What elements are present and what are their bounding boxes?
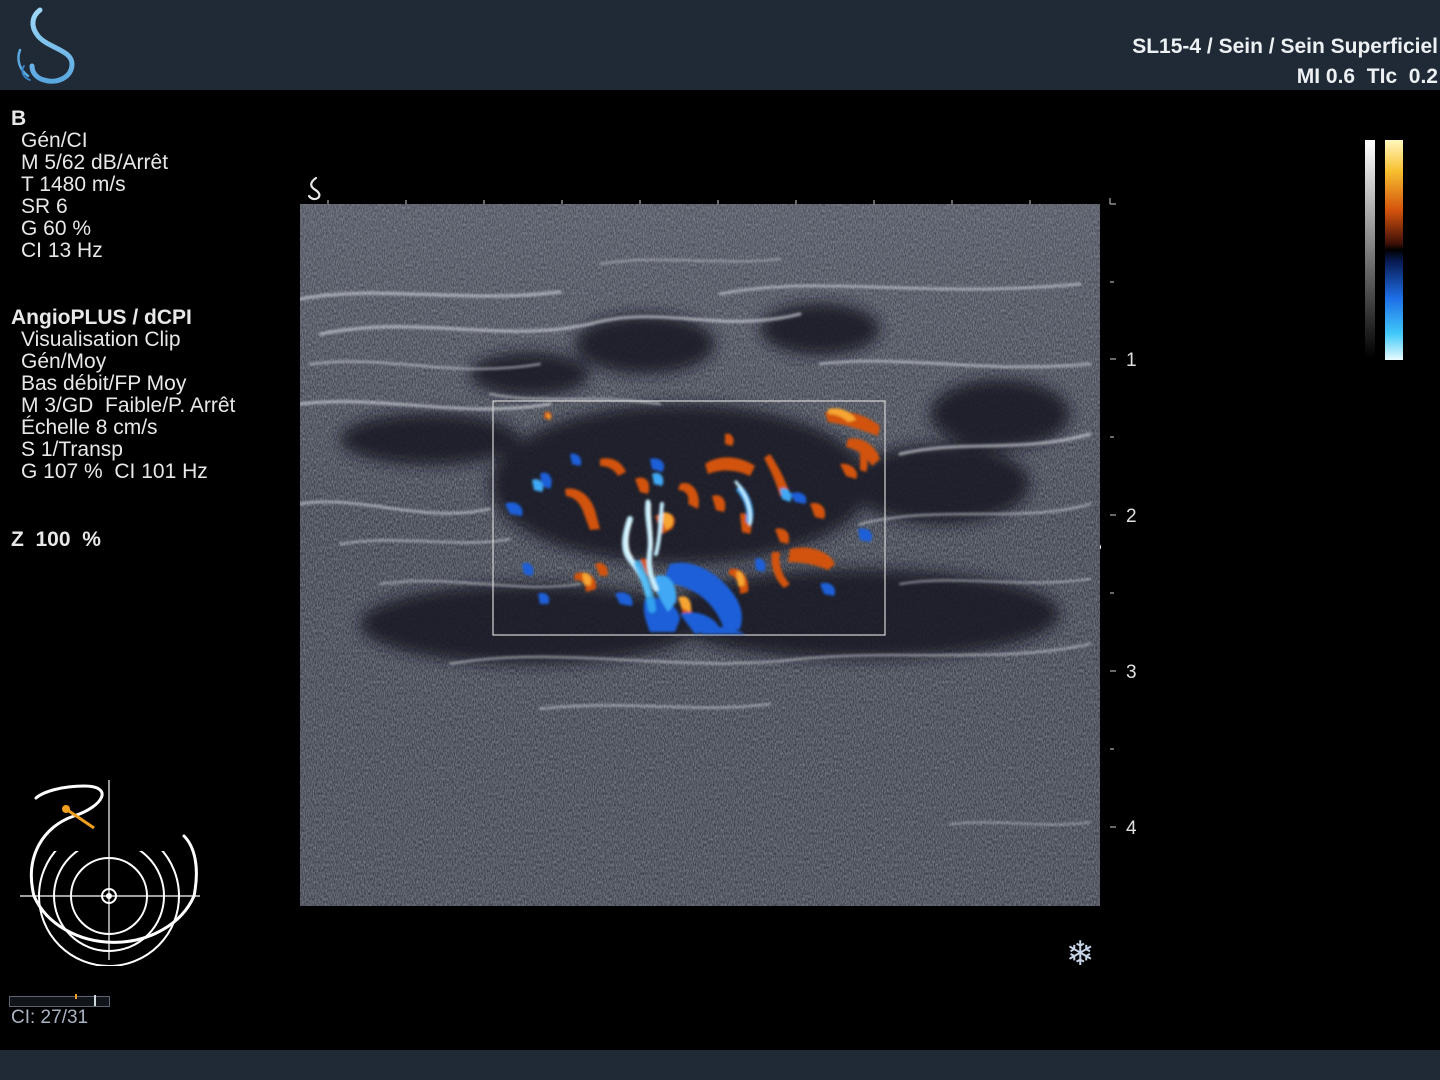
doppler-parameters: AngioPLUS / dCPI Visualisation Clip Gén/Mo… [11, 307, 235, 483]
doppler-line: G 107 % CI 101 Hz [21, 460, 208, 483]
cine-frame-counter: CI: 27/31 [11, 1007, 89, 1028]
doppler-line: Gén/Moy [21, 350, 107, 373]
supersonic-logo-icon [17, 7, 75, 84]
zoom-readout: Z 100 % [11, 528, 101, 551]
bmode-line: M 5/62 dB/Arrêt [21, 151, 169, 174]
probe-info: SL15-4 / Sein / Sein Superficiel MI 0.6 … [1132, 32, 1438, 92]
bmode-line: G 60 % [21, 217, 92, 240]
tic-label: TIc [1366, 65, 1398, 88]
bmode-parameters: B Gén/CI M 5/62 dB/Arrêt T 1480 m/s SR 6G 60… [11, 108, 168, 262]
bmode-title: B [11, 107, 27, 130]
doppler-line: S 1/Transp [21, 438, 123, 461]
tic-value: 0.2 [1408, 65, 1438, 88]
depth-scale: 1 2 3 4 [1100, 281, 1137, 839]
mi-value: 0.6 [1325, 65, 1356, 88]
cine-loop-slider[interactable] [9, 994, 110, 1007]
probe-preset: SL15-4 / Sein / Sein Superficiel [1132, 35, 1438, 58]
bottom-status-bar [0, 1050, 1440, 1080]
probe-position-diagram-icon [14, 776, 204, 966]
bmode-line: SR 6 [21, 195, 68, 218]
depth-label-2: 2 [1126, 506, 1137, 527]
bmode-line: CI 13 Hz [21, 239, 103, 262]
depth-label-3: 3 [1126, 662, 1137, 683]
doppler-line: Visualisation Clip [21, 328, 181, 351]
depth-label-1: 1 [1126, 350, 1137, 371]
top-header-bar: SL15-4 / Sein / Sein Superficiel MI 0.6 … [0, 0, 1440, 90]
bmode-line: Gén/CI [21, 129, 88, 152]
depth-label-4: 4 [1126, 818, 1137, 839]
doppler-line: Bas débit/FP Moy [21, 372, 187, 395]
doppler-line: M 3/GD Faible/P. Arrêt [21, 394, 236, 417]
ultrasound-image[interactable] [300, 204, 1100, 906]
mi-label: MI [1296, 65, 1321, 88]
focus-point-marker[interactable] [1100, 543, 1101, 551]
snowflake-icon[interactable]: ❄ [1066, 936, 1095, 972]
bmode-line: T 1480 m/s [21, 173, 126, 196]
doppler-title: AngioPLUS / dCPI [11, 306, 192, 329]
doppler-line: Échelle 8 cm/s [21, 416, 158, 439]
doppler-color-bar [1365, 140, 1403, 360]
